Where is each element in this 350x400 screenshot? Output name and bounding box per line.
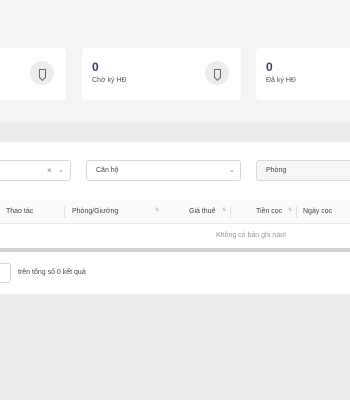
sort-icon[interactable]: ⇅	[222, 208, 226, 213]
horizontal-scrollbar[interactable]	[0, 248, 350, 252]
stat-card-all[interactable]	[0, 48, 66, 100]
contracts-panel: × ⌄ Căn hộ ⌄ Phòng Thao tác Phòng/Giường…	[0, 142, 350, 294]
stats-section: 0 Chờ ký HĐ 0 Đã ký HĐ	[0, 0, 350, 123]
room-input-placeholder: Phòng	[266, 167, 287, 174]
stat-value: 0	[266, 60, 273, 74]
stat-value: 0	[92, 60, 99, 74]
column-header-room[interactable]: Phòng/Giường	[72, 208, 118, 215]
column-divider	[296, 206, 297, 218]
column-header-deposit-date[interactable]: Ngày cọc	[303, 208, 332, 215]
bookmark-icon	[30, 61, 54, 85]
column-header-deposit[interactable]: Tiền cọc	[256, 208, 282, 215]
pagination-summary: trên tổng số 0 kết quả	[18, 269, 86, 276]
apartment-select[interactable]: Căn hộ ⌄	[86, 160, 241, 181]
clear-icon[interactable]: ×	[47, 166, 52, 175]
stat-label: Chờ ký HĐ	[92, 77, 127, 84]
column-header-actions: Thao tác	[6, 208, 34, 215]
page-size-select[interactable]	[0, 263, 11, 283]
empty-table-message: Không có bản ghi nào!	[216, 232, 287, 239]
apartment-select-value: Căn hộ	[96, 167, 119, 174]
sort-icon[interactable]: ⇅	[155, 208, 159, 213]
room-input[interactable]: Phòng	[256, 160, 350, 181]
status-select[interactable]: × ⌄	[0, 160, 71, 181]
table-header: Thao tác Phòng/Giường ⇅ Giá thuê ⇅ Tiền …	[0, 200, 350, 224]
stat-card-pending-contract[interactable]: 0 Chờ ký HĐ	[82, 48, 241, 100]
column-header-rent[interactable]: Giá thuê	[189, 208, 215, 215]
column-divider	[64, 206, 65, 218]
sort-icon[interactable]: ⇅	[288, 208, 292, 213]
chevron-down-icon: ⌄	[58, 167, 64, 174]
column-divider	[230, 206, 231, 218]
bookmark-icon	[205, 61, 229, 85]
stat-label: Đã ký HĐ	[266, 77, 296, 84]
stat-card-signed-contract[interactable]: 0 Đã ký HĐ	[256, 48, 350, 100]
chevron-down-icon: ⌄	[229, 167, 235, 174]
